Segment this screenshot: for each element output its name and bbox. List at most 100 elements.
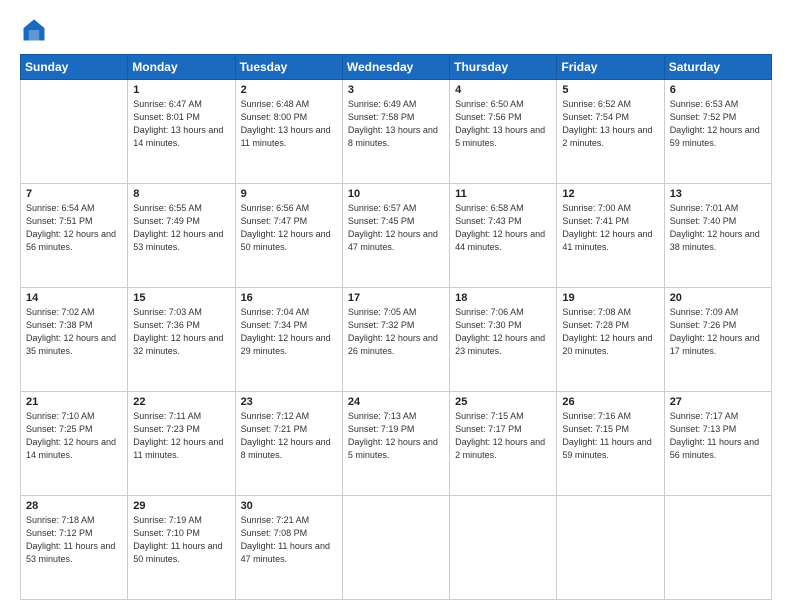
calendar-cell (21, 80, 128, 184)
calendar-cell: 3 Sunrise: 6:49 AM Sunset: 7:58 PM Daylig… (342, 80, 449, 184)
day-number: 3 (348, 84, 444, 96)
day-number: 12 (562, 188, 658, 200)
day-number: 21 (26, 396, 122, 408)
day-info: Sunrise: 7:21 AM Sunset: 7:08 PM Dayligh… (241, 514, 337, 566)
day-info: Sunrise: 7:02 AM Sunset: 7:38 PM Dayligh… (26, 306, 122, 358)
calendar-cell: 10 Sunrise: 6:57 AM Sunset: 7:45 PM Dayli… (342, 184, 449, 288)
calendar-cell: 18 Sunrise: 7:06 AM Sunset: 7:30 PM Dayli… (450, 288, 557, 392)
calendar-cell: 5 Sunrise: 6:52 AM Sunset: 7:54 PM Daylig… (557, 80, 664, 184)
col-header-wednesday: Wednesday (342, 55, 449, 80)
day-number: 13 (670, 188, 766, 200)
calendar-cell: 22Sunrise: 7:11 AM Sunset: 7:23 PM Dayli… (128, 392, 235, 496)
calendar-cell: 1Sunrise: 6:47 AM Sunset: 8:01 PM Daylig… (128, 80, 235, 184)
day-info: Sunrise: 6:58 AM Sunset: 7:43 PM Dayligh… (455, 202, 551, 254)
day-number: 24 (348, 396, 444, 408)
calendar-cell: 17 Sunrise: 7:05 AM Sunset: 7:32 PM Dayli… (342, 288, 449, 392)
day-info: Sunrise: 6:56 AM Sunset: 7:47 PM Dayligh… (241, 202, 337, 254)
day-info: Sunrise: 7:08 AM Sunset: 7:28 PM Dayligh… (562, 306, 658, 358)
col-header-friday: Friday (557, 55, 664, 80)
day-number: 5 (562, 84, 658, 96)
week-row-3: 14Sunrise: 7:02 AM Sunset: 7:38 PM Dayli… (21, 288, 772, 392)
calendar-cell: 16 Sunrise: 7:04 AM Sunset: 7:34 PM Dayli… (235, 288, 342, 392)
day-info: Sunrise: 6:49 AM Sunset: 7:58 PM Dayligh… (348, 98, 444, 150)
day-number: 27 (670, 396, 766, 408)
day-info: Sunrise: 6:57 AM Sunset: 7:45 PM Dayligh… (348, 202, 444, 254)
day-number: 2 (241, 84, 337, 96)
calendar-cell (342, 496, 449, 600)
day-info: Sunrise: 7:09 AM Sunset: 7:26 PM Dayligh… (670, 306, 766, 358)
day-info: Sunrise: 6:48 AM Sunset: 8:00 PM Dayligh… (241, 98, 337, 150)
calendar-cell: 24Sunrise: 7:13 AM Sunset: 7:19 PM Dayli… (342, 392, 449, 496)
calendar-cell: 13 Sunrise: 7:01 AM Sunset: 7:40 PM Dayli… (664, 184, 771, 288)
calendar-cell: 8 Sunrise: 6:55 AM Sunset: 7:49 PM Daylig… (128, 184, 235, 288)
day-info: Sunrise: 7:04 AM Sunset: 7:34 PM Dayligh… (241, 306, 337, 358)
day-number: 6 (670, 84, 766, 96)
calendar-cell (664, 496, 771, 600)
calendar-cell: 23Sunrise: 7:12 AM Sunset: 7:21 PM Dayli… (235, 392, 342, 496)
week-row-2: 7 Sunrise: 6:54 AM Sunset: 7:51 PM Daylig… (21, 184, 772, 288)
calendar-cell: 27 Sunrise: 7:17 AM Sunset: 7:13 PM Dayli… (664, 392, 771, 496)
day-number: 9 (241, 188, 337, 200)
day-number: 11 (455, 188, 551, 200)
calendar-cell: 9 Sunrise: 6:56 AM Sunset: 7:47 PM Daylig… (235, 184, 342, 288)
col-header-saturday: Saturday (664, 55, 771, 80)
calendar-table: SundayMondayTuesdayWednesdayThursdayFrid… (20, 54, 772, 600)
day-number: 7 (26, 188, 122, 200)
day-number: 18 (455, 292, 551, 304)
day-info: Sunrise: 7:05 AM Sunset: 7:32 PM Dayligh… (348, 306, 444, 358)
day-number: 4 (455, 84, 551, 96)
col-header-thursday: Thursday (450, 55, 557, 80)
day-number: 28 (26, 500, 122, 512)
calendar-cell (557, 496, 664, 600)
day-info: Sunrise: 7:03 AM Sunset: 7:36 PM Dayligh… (133, 306, 229, 358)
day-info: Sunrise: 7:15 AM Sunset: 7:17 PM Dayligh… (455, 410, 551, 462)
day-info: Sunrise: 7:19 AM Sunset: 7:10 PM Dayligh… (133, 514, 229, 566)
day-number: 15 (133, 292, 229, 304)
calendar-cell: 15 Sunrise: 7:03 AM Sunset: 7:36 PM Dayli… (128, 288, 235, 392)
day-info: Sunrise: 7:12 AM Sunset: 7:21 PM Dayligh… (241, 410, 337, 462)
col-header-sunday: Sunday (21, 55, 128, 80)
calendar-cell: 19 Sunrise: 7:08 AM Sunset: 7:28 PM Dayli… (557, 288, 664, 392)
day-info: Sunrise: 7:11 AM Sunset: 7:23 PM Dayligh… (133, 410, 229, 462)
day-number: 17 (348, 292, 444, 304)
logo (20, 16, 52, 44)
col-header-tuesday: Tuesday (235, 55, 342, 80)
day-number: 10 (348, 188, 444, 200)
day-info: Sunrise: 6:50 AM Sunset: 7:56 PM Dayligh… (455, 98, 551, 150)
calendar-cell: 6 Sunrise: 6:53 AM Sunset: 7:52 PM Daylig… (664, 80, 771, 184)
calendar-cell (450, 496, 557, 600)
day-number: 8 (133, 188, 229, 200)
calendar-cell: 12 Sunrise: 7:00 AM Sunset: 7:41 PM Dayli… (557, 184, 664, 288)
day-number: 19 (562, 292, 658, 304)
day-info: Sunrise: 6:55 AM Sunset: 7:49 PM Dayligh… (133, 202, 229, 254)
calendar-cell: 21 Sunrise: 7:10 AM Sunset: 7:25 PM Dayli… (21, 392, 128, 496)
page: SundayMondayTuesdayWednesdayThursdayFrid… (0, 0, 792, 612)
calendar-cell: 29Sunrise: 7:19 AM Sunset: 7:10 PM Dayli… (128, 496, 235, 600)
day-number: 16 (241, 292, 337, 304)
day-info: Sunrise: 6:52 AM Sunset: 7:54 PM Dayligh… (562, 98, 658, 150)
calendar-cell: 30 Sunrise: 7:21 AM Sunset: 7:08 PM Dayli… (235, 496, 342, 600)
calendar-cell: 2 Sunrise: 6:48 AM Sunset: 8:00 PM Daylig… (235, 80, 342, 184)
day-info: Sunrise: 7:01 AM Sunset: 7:40 PM Dayligh… (670, 202, 766, 254)
day-info: Sunrise: 7:10 AM Sunset: 7:25 PM Dayligh… (26, 410, 122, 462)
calendar-cell: 4 Sunrise: 6:50 AM Sunset: 7:56 PM Daylig… (450, 80, 557, 184)
day-info: Sunrise: 6:53 AM Sunset: 7:52 PM Dayligh… (670, 98, 766, 150)
logo-icon (20, 16, 48, 44)
day-number: 1 (133, 84, 229, 96)
day-info: Sunrise: 7:00 AM Sunset: 7:41 PM Dayligh… (562, 202, 658, 254)
calendar-cell: 25 Sunrise: 7:15 AM Sunset: 7:17 PM Dayli… (450, 392, 557, 496)
header (20, 16, 772, 44)
calendar-header-row: SundayMondayTuesdayWednesdayThursdayFrid… (21, 55, 772, 80)
day-info: Sunrise: 6:54 AM Sunset: 7:51 PM Dayligh… (26, 202, 122, 254)
day-info: Sunrise: 7:17 AM Sunset: 7:13 PM Dayligh… (670, 410, 766, 462)
col-header-monday: Monday (128, 55, 235, 80)
week-row-1: 1Sunrise: 6:47 AM Sunset: 8:01 PM Daylig… (21, 80, 772, 184)
day-number: 26 (562, 396, 658, 408)
day-info: Sunrise: 7:06 AM Sunset: 7:30 PM Dayligh… (455, 306, 551, 358)
calendar-cell: 28Sunrise: 7:18 AM Sunset: 7:12 PM Dayli… (21, 496, 128, 600)
day-number: 20 (670, 292, 766, 304)
calendar-cell: 14Sunrise: 7:02 AM Sunset: 7:38 PM Dayli… (21, 288, 128, 392)
day-number: 30 (241, 500, 337, 512)
calendar-cell: 7 Sunrise: 6:54 AM Sunset: 7:51 PM Daylig… (21, 184, 128, 288)
day-number: 25 (455, 396, 551, 408)
